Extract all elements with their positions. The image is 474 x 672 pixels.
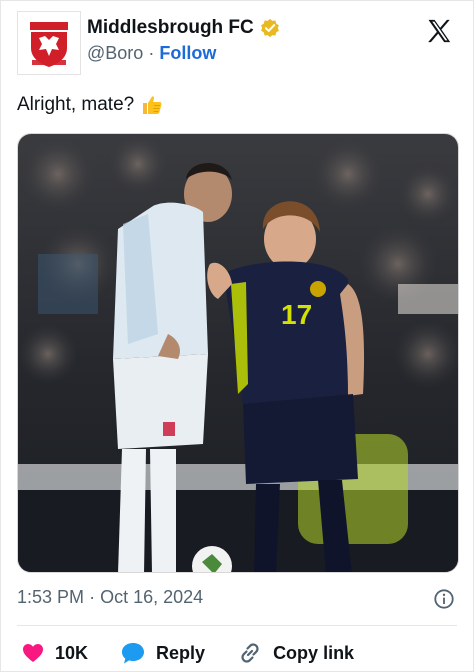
tweet-card: Middlesbrough FC @Boro · Follow Alright,…	[0, 0, 474, 672]
tweet-actions: 10K Reply Copy link	[21, 637, 386, 669]
reply-button[interactable]: Reply	[120, 641, 205, 665]
heart-icon	[23, 644, 43, 662]
display-name[interactable]: Middlesbrough FC	[87, 17, 254, 39]
club-crest-icon	[24, 18, 74, 68]
display-name-row: Middlesbrough FC	[87, 17, 280, 39]
handle-row: @Boro · Follow	[87, 43, 280, 64]
tweet-time: 1:53 PM	[17, 587, 85, 607]
avatar[interactable]	[17, 11, 81, 75]
info-icon[interactable]	[433, 588, 455, 610]
thumbs-up-icon	[143, 96, 162, 114]
like-count: 10K	[55, 642, 89, 663]
jersey-number: 17	[281, 299, 312, 330]
handle-separator: ·	[148, 43, 155, 63]
verified-badge-icon	[260, 18, 279, 38]
tweet-text: Alright, mate?	[17, 94, 135, 115]
timestamp-separator: ·	[89, 587, 96, 607]
tweet-header: Middlesbrough FC @Boro · Follow	[17, 11, 457, 75]
divider	[17, 625, 457, 626]
reply-label: Reply	[156, 642, 206, 663]
copy-link-button[interactable]: Copy link	[237, 641, 354, 665]
tweet-date: Oct 16, 2024	[100, 587, 204, 607]
follow-button[interactable]: Follow	[159, 43, 216, 63]
tweet-photo[interactable]: 17	[17, 133, 459, 573]
account-names: Middlesbrough FC @Boro · Follow	[87, 17, 280, 64]
link-icon	[241, 643, 259, 663]
tweet-text-row: Alright, mate?	[17, 93, 164, 117]
x-logo-icon[interactable]	[425, 17, 453, 45]
account-handle[interactable]: @Boro	[87, 43, 143, 63]
football-players-photo: 17	[18, 134, 458, 572]
copy-link-label: Copy link	[273, 642, 355, 663]
tweet-timestamp[interactable]: 1:53 PM · Oct 16, 2024	[17, 587, 203, 608]
reply-icon	[122, 643, 145, 664]
like-button[interactable]: 10K	[21, 641, 88, 665]
